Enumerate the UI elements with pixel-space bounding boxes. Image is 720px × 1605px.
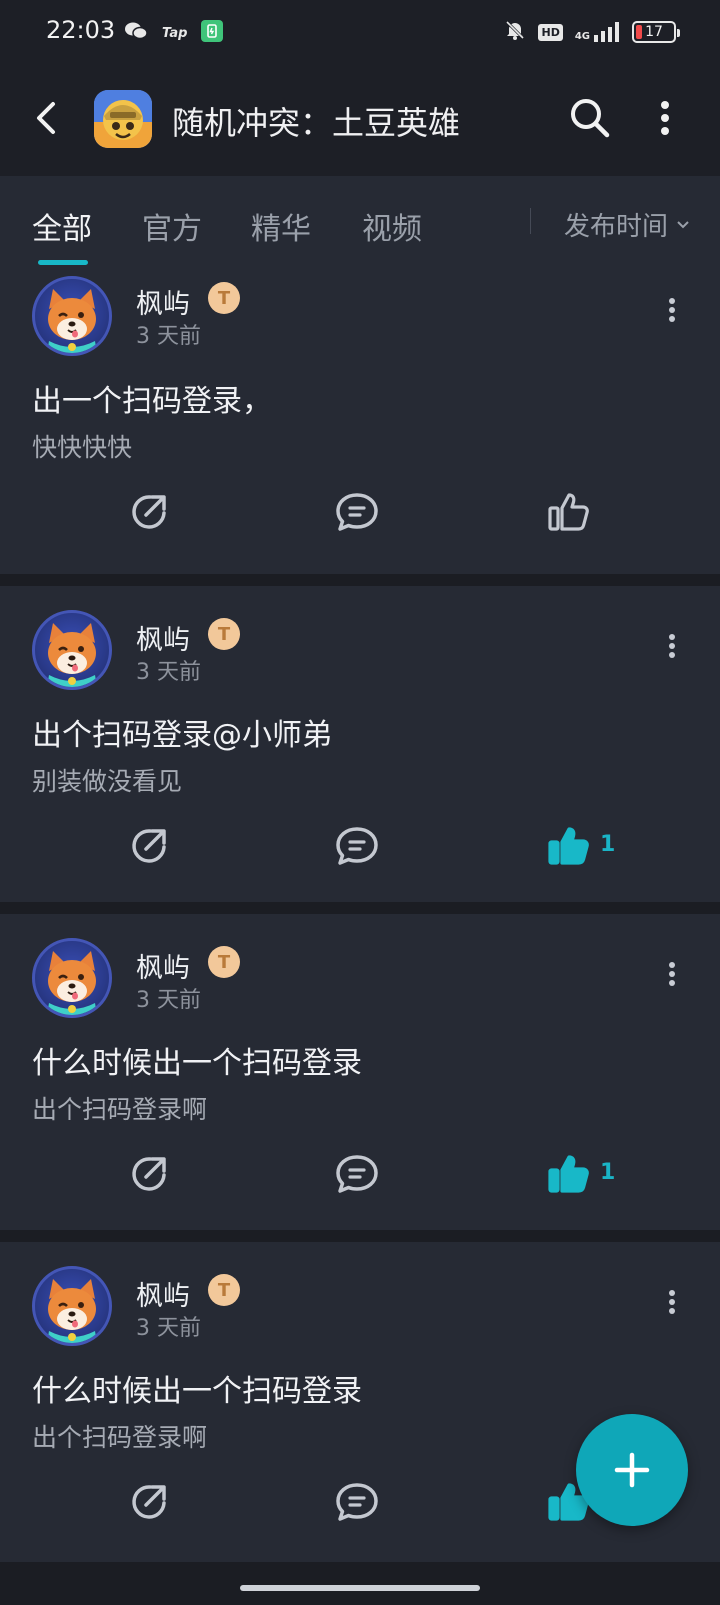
post-time: 3 天前 (136, 1316, 201, 1341)
like-button[interactable] (534, 482, 604, 542)
like-count: 1 (600, 1160, 616, 1185)
post-card[interactable]: 枫屿 T 3 天前 什么时候出一个扫码登录 出个扫码登录啊 1 (0, 914, 720, 1230)
avatar-image (47, 1279, 97, 1343)
game-app-icon[interactable] (94, 90, 152, 148)
sort-label: 发布时间 (564, 212, 669, 242)
thumbs-up-icon (548, 1155, 589, 1193)
charging-app-icon (201, 20, 224, 46)
sort-dropdown[interactable]: 发布时间 (564, 206, 690, 243)
thumbs-up-icon (548, 493, 589, 531)
author-name[interactable]: 枫屿 (136, 946, 190, 985)
comment-button[interactable] (322, 1472, 392, 1532)
network-type: 4G (574, 31, 590, 42)
like-button[interactable] (534, 816, 604, 876)
battery-percent: 17 (645, 24, 663, 40)
avatar[interactable] (32, 276, 112, 356)
page-title: 随机冲突：土豆英雄 (172, 104, 461, 142)
tab-divider (530, 208, 531, 234)
post-menu-button[interactable] (660, 1282, 684, 1322)
post-body[interactable]: 快快快快 (32, 428, 132, 464)
post-card[interactable]: 枫屿 T 3 天前 出个扫码登录@小师弟 别装做没看见 1 (0, 586, 720, 902)
tab-video[interactable]: 视频 (362, 204, 422, 248)
status-time: 22:03 (46, 16, 116, 44)
avatar-image (47, 289, 97, 353)
post-time: 3 天前 (136, 660, 201, 685)
hd-badge: HD (538, 23, 563, 41)
comment-button[interactable] (322, 482, 392, 542)
mute-bell-icon (504, 19, 526, 45)
share-button[interactable] (114, 1472, 184, 1532)
post-body[interactable]: 别装做没看见 (32, 762, 182, 798)
post-body[interactable]: 出个扫码登录啊 (32, 1090, 207, 1126)
share-button[interactable] (114, 1144, 184, 1204)
more-vertical-icon (669, 1290, 675, 1314)
share-icon (132, 1157, 166, 1191)
share-icon (132, 829, 166, 863)
battery-icon: 17 (632, 21, 680, 43)
tab-official[interactable]: 官方 (142, 204, 202, 248)
comment-icon (336, 1155, 378, 1193)
thumbs-up-icon (548, 827, 589, 865)
avatar-image (47, 951, 97, 1015)
post-time: 3 天前 (136, 324, 201, 349)
share-button[interactable] (114, 816, 184, 876)
author-badge: T (208, 618, 240, 650)
new-post-button[interactable] (576, 1414, 688, 1526)
chevron-left-icon (37, 102, 55, 134)
avatar-image (47, 623, 97, 687)
battery-tip (677, 29, 680, 37)
wechat-icon (124, 21, 148, 45)
author-name[interactable]: 枫屿 (136, 1274, 190, 1313)
system-icons: HD 4G 17 (504, 19, 680, 45)
post-title[interactable]: 什么时候出一个扫码登录 (32, 1038, 362, 1082)
post-title[interactable]: 出一个扫码登录， (32, 376, 272, 420)
comment-button[interactable] (322, 816, 392, 876)
post-menu-button[interactable] (660, 954, 684, 994)
post-card[interactable]: 枫屿 T 3 天前 出一个扫码登录， 快快快快 (0, 268, 720, 574)
comment-icon (336, 827, 378, 865)
avatar[interactable] (32, 938, 112, 1018)
more-vertical-icon (669, 298, 675, 322)
like-count: 1 (600, 832, 616, 857)
more-options-button[interactable] (650, 96, 680, 140)
active-tab-indicator (38, 260, 88, 265)
author-badge: T (208, 1274, 240, 1306)
post-body[interactable]: 出个扫码登录啊 (32, 1418, 207, 1454)
more-vertical-icon (669, 634, 675, 658)
chevron-down-icon (677, 220, 689, 228)
tab-bar: 全部 官方 精华 视频 发布时间 (0, 176, 720, 268)
search-button[interactable] (568, 96, 612, 140)
tab-featured[interactable]: 精华 (251, 204, 311, 248)
like-button[interactable] (534, 1144, 604, 1204)
post-title[interactable]: 什么时候出一个扫码登录 (32, 1366, 362, 1410)
share-icon (132, 1485, 166, 1519)
post-time: 3 天前 (136, 988, 201, 1013)
avatar[interactable] (32, 1266, 112, 1346)
share-button[interactable] (114, 482, 184, 542)
author-name[interactable]: 枫屿 (136, 282, 190, 321)
author-name[interactable]: 枫屿 (136, 618, 190, 657)
post-title[interactable]: 出个扫码登录@小师弟 (32, 710, 332, 754)
search-icon (571, 99, 610, 138)
notification-icons: Tap (124, 20, 224, 46)
tab-all[interactable]: 全部 (32, 204, 92, 248)
author-badge: T (208, 282, 240, 314)
avatar[interactable] (32, 610, 112, 690)
post-menu-button[interactable] (660, 626, 684, 666)
more-vertical-icon (661, 101, 669, 135)
plus-icon (614, 1452, 650, 1488)
signal-icon: 4G (575, 22, 620, 42)
tap-icon: Tap (162, 25, 188, 41)
author-badge: T (208, 946, 240, 978)
app-header: 随机冲突：土豆英雄 (0, 64, 720, 176)
back-button[interactable] (26, 94, 66, 142)
more-vertical-icon (669, 962, 675, 986)
comment-icon (336, 1483, 378, 1521)
comment-button[interactable] (322, 1144, 392, 1204)
status-bar: 22:03 Tap HD 4G 17 (0, 0, 720, 64)
share-icon (132, 495, 166, 529)
post-menu-button[interactable] (660, 290, 684, 330)
comment-icon (336, 493, 378, 531)
home-indicator[interactable] (240, 1585, 480, 1591)
